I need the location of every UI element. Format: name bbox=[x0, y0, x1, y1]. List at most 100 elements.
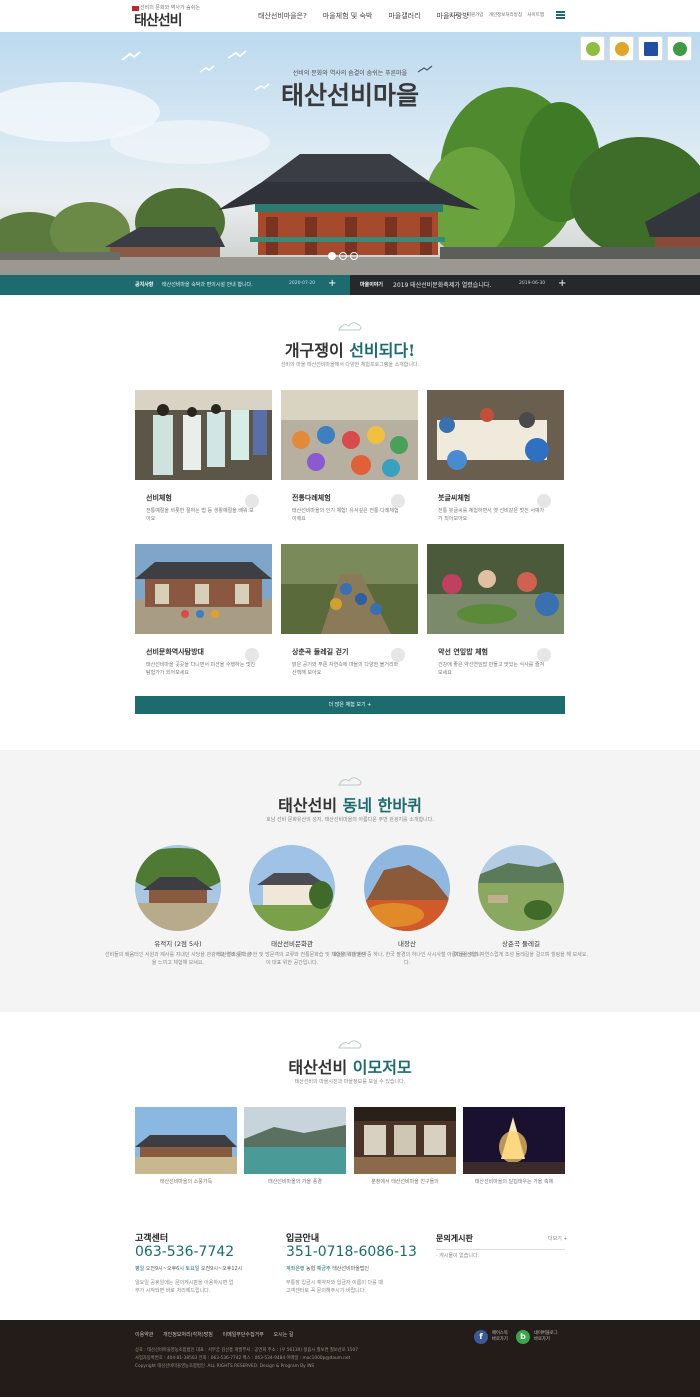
program-more-circle-icon[interactable] bbox=[391, 648, 405, 662]
site-header: 선비의 문화와 역사가 숨쉬는 태산선비 태산선비마을은? 마을체험 및 숙박 … bbox=[0, 0, 700, 32]
gallery-photo-image bbox=[463, 1107, 565, 1174]
hero-title: 태산선비마을 bbox=[280, 81, 419, 110]
hours-weekday: 오전9시~오후6시 bbox=[145, 1266, 184, 1272]
program-card[interactable]: 붓글씨체험 전통 붓글씨를 체험하면서 옛 선비같은 멋진 서예가가 되어보아요 bbox=[427, 390, 564, 536]
program-desc: 태산선비마을 곳곳을 다니면서 미션을 수행하는 멋진 탐험가가 되어보세요 bbox=[146, 662, 256, 676]
program-card[interactable]: 상춘곡 둘레길 걷기 맑은 공기와 푸른 자연속에 마을의 다양한 볼거리와 산… bbox=[281, 544, 418, 690]
program-more-circle-icon[interactable] bbox=[245, 648, 259, 662]
gallery-caption: 태산선비마을의 소풍가득 bbox=[159, 1179, 213, 1185]
blog-link[interactable]: b 네이버블로그 바로가기 bbox=[516, 1330, 558, 1344]
tour-name: 상춘곡 둘레길 bbox=[502, 940, 540, 948]
blog-label: 네이버블로그 바로가기 bbox=[534, 1331, 558, 1342]
join-link[interactable]: 회원가입 bbox=[467, 13, 484, 18]
gallery-title-highlight: 이모저모 bbox=[352, 1058, 412, 1077]
gallery-photo-image bbox=[354, 1107, 456, 1174]
story-link[interactable]: 2019 태산선비문화축제가 열렸습니다. bbox=[393, 280, 491, 289]
board-empty-message: · 게시물이 없습니다. bbox=[436, 1249, 565, 1259]
program-photo bbox=[281, 544, 418, 634]
footer-copyright: Copyright 태산선비마을영농조합법인. ALL RIGHTS RESER… bbox=[135, 1364, 315, 1369]
deposit-account: 351-0718-6086-13 bbox=[286, 1244, 417, 1260]
hours-label-weekday: 평일 bbox=[135, 1266, 145, 1272]
certification-badge-icon bbox=[614, 41, 629, 56]
story-more-plus-icon[interactable]: + bbox=[558, 278, 566, 289]
sitemap-link[interactable]: 사이트맵 bbox=[527, 13, 544, 18]
program-more-circle-icon[interactable] bbox=[537, 648, 551, 662]
nav-item-experience[interactable]: 마을체험 및 숙박 bbox=[323, 11, 373, 21]
customer-center-title: 고객센터 bbox=[135, 1234, 169, 1244]
deposit-bank-info: 계좌은행 농협 예금주 태산선비마을법인 bbox=[286, 1265, 369, 1272]
tour-title: 태산선비 동네 한바퀴 bbox=[0, 792, 700, 816]
cloud-ornament-icon bbox=[338, 322, 362, 331]
footer-link-privacy[interactable]: 개인정보처리(각처)방침 bbox=[163, 1332, 213, 1338]
gallery-desc: 태산선비의 마을시진과 마을정보를 보실 수 있습니다. bbox=[294, 1079, 406, 1085]
tour-section bbox=[0, 750, 700, 1012]
certification-badge-3[interactable] bbox=[638, 36, 663, 61]
footer-links: 이용약관 개인정보처리(각처)방침 이메일무단수집거부 오시는 길 bbox=[135, 1331, 302, 1338]
nav-item-about[interactable]: 태산선비마을은? bbox=[258, 11, 307, 21]
program-card[interactable]: 선비문화역사탐방대 태산선비마을 곳곳을 다니면서 미션을 수행하는 멋진 탐험… bbox=[135, 544, 272, 690]
slider-pagination bbox=[328, 252, 361, 260]
program-photo bbox=[427, 544, 564, 634]
slider-dot-2[interactable] bbox=[339, 252, 347, 260]
board-more-link[interactable]: 더보기 + bbox=[548, 1235, 568, 1242]
cloud-ornament-icon bbox=[338, 1040, 362, 1049]
tour-photo-image bbox=[249, 845, 335, 931]
gallery-photo-image bbox=[135, 1107, 237, 1174]
footer-company-info: 상호 : 태산선비마을영농조합법인 대표 : 서무궁 김선흥 개발부서 : 공연… bbox=[135, 1348, 358, 1353]
program-more-circle-icon[interactable] bbox=[391, 494, 405, 508]
program-more-circle-icon[interactable] bbox=[537, 494, 551, 508]
certification-badge-2[interactable] bbox=[609, 36, 634, 61]
notice-panel: 공지사항 태산선비마을 숙박과 편의시설 안내 합니다. 2020-07-20 … bbox=[0, 275, 350, 295]
programs-title-highlight: 선비되다! bbox=[349, 341, 416, 360]
cloud-ornament-icon bbox=[338, 777, 362, 786]
slider-dot-1[interactable] bbox=[328, 252, 336, 260]
footer-link-directions[interactable]: 오시는 길 bbox=[274, 1332, 294, 1338]
more-programs-button[interactable]: 더 많은 체험 보기 + bbox=[135, 696, 565, 714]
program-card[interactable]: 전통다례체험 태산선비마을의 인기 체험! 유서깊은 전통 다례체험이에요 bbox=[281, 390, 418, 536]
certification-badge-1[interactable] bbox=[580, 36, 605, 61]
program-more-circle-icon[interactable] bbox=[245, 494, 259, 508]
footer-link-email[interactable]: 이메일무단수집거부 bbox=[223, 1332, 264, 1338]
gallery-caption: 분청에서 태산선비마을 친구들의 bbox=[371, 1179, 439, 1185]
program-card[interactable]: 선비체험 전통예절을 비롯한 절하는 법 등 생활예절을 배워 보아요 bbox=[135, 390, 272, 536]
program-card[interactable]: 약선 연잎밥 체험 건강에 좋은 약선연잎밥 만들고 맛있는 식사를 즐겨보세요 bbox=[427, 544, 564, 690]
tour-photo[interactable] bbox=[249, 845, 335, 931]
hours-label-saturday: 토요일 bbox=[185, 1266, 200, 1272]
utility-links: 로그인 회원가입 개인정보처리방침 사이트맵 bbox=[449, 12, 548, 18]
footer-link-terms[interactable]: 이용약관 bbox=[135, 1332, 153, 1338]
notice-link[interactable]: 태산선비마을 숙박과 편의시설 안내 합니다. bbox=[162, 281, 253, 288]
program-photo bbox=[281, 390, 418, 480]
holder-label: 예금주 bbox=[316, 1266, 331, 1272]
tour-photo-image bbox=[478, 845, 564, 931]
login-link[interactable]: 로그인 bbox=[449, 13, 461, 18]
gallery-photo-image bbox=[244, 1107, 346, 1174]
facebook-icon: f bbox=[474, 1330, 488, 1344]
facebook-link[interactable]: f 페이스북 바로가기 bbox=[474, 1330, 508, 1344]
certification-badge-icon bbox=[672, 41, 687, 56]
hamburger-menu-icon[interactable] bbox=[556, 11, 565, 19]
gallery-photo[interactable] bbox=[354, 1107, 456, 1174]
gallery-photo[interactable] bbox=[135, 1107, 237, 1174]
story-date: 2019-06-30 bbox=[519, 281, 546, 286]
tour-photo[interactable] bbox=[478, 845, 564, 931]
nav-item-gallery[interactable]: 마을갤러리 bbox=[388, 11, 420, 21]
certification-badges bbox=[580, 36, 696, 61]
holder-name: 태산선비마을법인 bbox=[332, 1266, 370, 1272]
program-name: 선비문화역사탐방대 bbox=[146, 648, 204, 656]
notice-more-plus-icon[interactable]: + bbox=[328, 278, 336, 289]
privacy-link[interactable]: 개인정보처리방침 bbox=[489, 13, 522, 18]
gallery-photo[interactable] bbox=[244, 1107, 346, 1174]
gallery-caption: 태산선비마을의 달집태우는 가을 축제 bbox=[474, 1179, 554, 1185]
slider-dot-3[interactable] bbox=[350, 252, 358, 260]
certification-badge-4[interactable] bbox=[667, 36, 692, 61]
tour-photo[interactable] bbox=[135, 845, 221, 931]
tour-title-highlight: 동네 한바퀴 bbox=[342, 796, 422, 815]
gallery-photo[interactable] bbox=[463, 1107, 565, 1174]
tour-photo[interactable] bbox=[364, 845, 450, 931]
customer-center-hours: 평일 오전9시~오후6시 토요일 오전9시~오후12시 bbox=[135, 1265, 242, 1272]
tour-desc: 마을을 따라 자연스럽게 조성 둘레길을 걸으며 힐링을 해 보세요. bbox=[454, 952, 588, 958]
notice-bar: 공지사항 태산선비마을 숙박과 편의시설 안내 합니다. 2020-07-20 … bbox=[0, 275, 700, 295]
program-photo bbox=[135, 544, 272, 634]
site-logo[interactable]: 선비의 문화와 역사가 숨쉬는 태산선비 bbox=[132, 4, 200, 30]
program-desc: 건강에 좋은 약선연잎밥 만들고 맛있는 식사를 즐겨보세요 bbox=[438, 662, 545, 676]
